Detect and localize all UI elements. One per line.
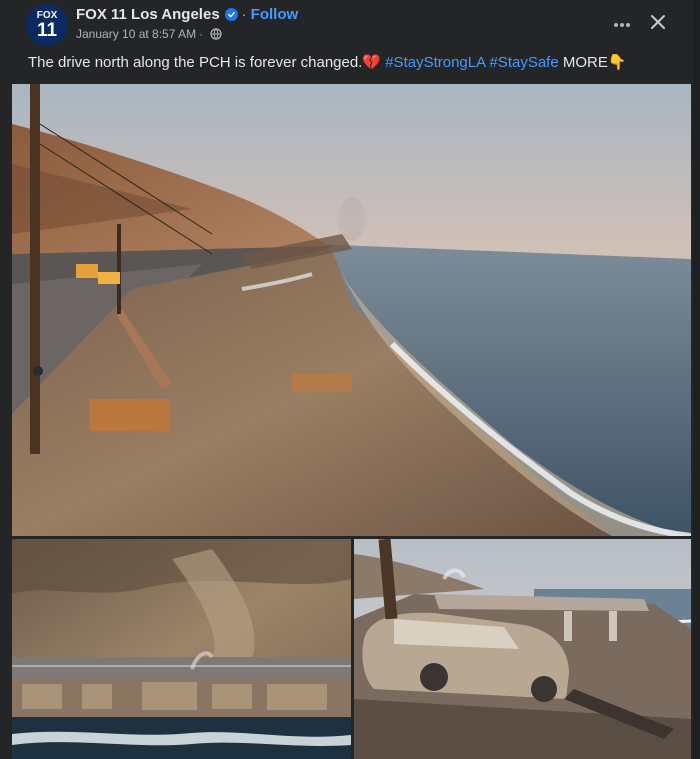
see-more-link[interactable]: MORE [563,54,608,71]
separator-dot: · [241,6,247,23]
post-caption: The drive north along the PCH is forever… [28,53,627,71]
avatar[interactable]: FOX 11 [26,4,68,46]
more-options-button[interactable] [606,10,638,38]
pointing-down-emoji: 👇 [607,54,627,71]
page-name-row: FOX 11 Los Angeles · Follow [76,6,298,23]
photo-main-image [12,84,691,536]
close-icon [650,14,666,35]
close-button[interactable] [643,10,673,38]
avatar-logo-bottom: 11 [36,19,58,41]
caption-text: The drive north along the PCH is forever… [28,54,363,71]
photo-burned-car[interactable] [354,539,691,759]
globe-icon[interactable] [210,28,222,40]
page-name-link[interactable]: FOX 11 Los Angeles [76,6,220,23]
post-meta: January 10 at 8:57 AM · [76,27,222,41]
facebook-post: FOX 11 FOX 11 Los Angeles · Follow Janua… [0,0,700,759]
verified-badge-icon [224,8,238,21]
broken-heart-emoji: 💔 [362,54,382,71]
hashtag-staysafe[interactable]: #StaySafe [489,54,558,71]
photo-aerial[interactable] [12,539,351,759]
meta-separator: · [199,27,204,41]
photo-aerial-image [12,539,351,759]
scrollbar[interactable] [693,0,700,759]
avatar-logo-top: FOX [36,9,58,21]
timestamp-link[interactable]: January 10 at 8:57 AM [76,27,196,41]
follow-button[interactable]: Follow [251,6,299,23]
photo-burned-car-image [354,539,691,759]
photo-main[interactable] [12,84,691,536]
post-header: FOX 11 FOX 11 Los Angeles · Follow Janua… [0,0,700,50]
hashtag-staystrongla[interactable]: #StayStrongLA [385,54,485,71]
more-options-icon [613,15,631,33]
